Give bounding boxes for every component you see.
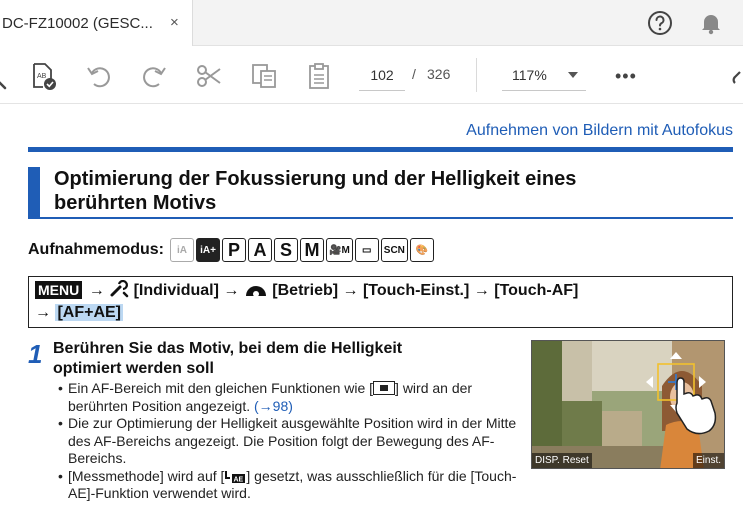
page-separator: / [412, 66, 416, 82]
gear-icon [245, 286, 266, 297]
menu-arrow: → [35, 304, 51, 321]
mode-s-icon: S [274, 238, 298, 262]
menu-arrow: → [473, 282, 490, 299]
zoom-select[interactable]: 117% [502, 59, 586, 91]
tab-bar: DC-FZ10002 (GESC... × [0, 0, 743, 46]
page-number-input[interactable]: 102 [359, 59, 405, 91]
document-page: Aufnehmen von Bildern mit Autofokus Opti… [0, 105, 743, 511]
bullet-item: Die zur Optimierung der Helligkeit ausge… [58, 415, 520, 468]
step-number: 1 [28, 339, 43, 369]
copy-icon[interactable] [249, 61, 279, 91]
mode-p-icon: P [222, 238, 246, 262]
toolbar-divider [476, 58, 477, 92]
search-icon[interactable] [0, 61, 22, 91]
document-tab[interactable]: DC-FZ10002 (GESC... × [0, 0, 193, 46]
photo-scene [532, 341, 724, 468]
page-total: 326 [427, 66, 451, 82]
recording-modes: Aufnahmemodus: iA iA+ P A S M 🎥M ▭ SCN 🎨 [28, 235, 436, 265]
mode-m-icon: M [300, 238, 324, 262]
page-reference-link[interactable]: (→98) [254, 398, 293, 414]
step-bullets: Ein AF-Bereich mit den gleichen Funktion… [58, 380, 520, 503]
menu-path: MENU → [Individual] → [Betrieb] → [Touch… [28, 276, 733, 328]
menu-item-touch-einst: [Touch-Einst.] [362, 282, 470, 299]
touch-ae-metering-icon: AE [225, 470, 246, 483]
redo-icon[interactable] [139, 61, 169, 91]
menu-item-individual: [Individual] [133, 282, 219, 299]
chevron-down-icon [568, 72, 578, 78]
menu-item-af-ae: [AF+AE] [55, 304, 124, 321]
bullet-text: [Messmethode] wird auf [ [68, 467, 225, 484]
af-area-icon [373, 381, 396, 395]
heading-bar [28, 167, 40, 219]
mode-scn-icon: SCN [380, 238, 408, 262]
mode-ia-plus-icon: iA+ [196, 238, 220, 262]
link-icon[interactable] [725, 61, 743, 91]
wrench-icon [110, 280, 129, 298]
mode-movie-icon: 🎥M [326, 238, 353, 262]
menu-arrow: → [223, 282, 240, 299]
mode-creative-icon: 🎨 [409, 238, 434, 262]
menu-badge: MENU [35, 281, 83, 299]
scissors-icon[interactable] [194, 61, 224, 91]
bell-icon[interactable] [697, 9, 725, 37]
section-header: Aufnehmen von Bildern mit Autofokus [466, 122, 733, 139]
page-heading: Optimierung der Fokussierung und der Hel… [28, 167, 733, 219]
bullet-item: [Messmethode] wird auf [AE] gesetzt, was… [58, 468, 520, 503]
section-rule [28, 147, 733, 152]
undo-icon[interactable] [84, 61, 114, 91]
heading-line-1: Optimierung der Fokussierung und der Hel… [54, 168, 577, 190]
menu-arrow: → [88, 282, 105, 299]
bullet-item: Ein AF-Bereich mit den gleichen Funktion… [58, 380, 520, 415]
document-check-icon[interactable]: AB [28, 61, 58, 91]
camera-screen-illustration: DISP. Reset Einst. [531, 340, 725, 469]
svg-text:AB: AB [37, 73, 47, 80]
disp-reset-label: DISP. Reset [532, 453, 592, 468]
menu-item-touch-af: [Touch-AF] [494, 282, 579, 299]
mode-label: Aufnahmemodus: [28, 241, 164, 258]
more-icon[interactable]: ••• [615, 67, 637, 85]
menu-item-betrieb: [Betrieb] [272, 282, 339, 299]
heading-line-2: berührten Motivs [54, 192, 217, 214]
step-title: Berühren Sie das Motiv, bei dem die Hell… [53, 340, 403, 377]
svg-text:AE: AE [234, 476, 244, 483]
mode-panorama-icon: ▭ [354, 238, 379, 262]
clipboard-icon[interactable] [304, 61, 334, 91]
zoom-value: 117% [512, 67, 547, 83]
einst-label: Einst. [692, 453, 724, 468]
heading-text: Optimierung der Fokussierung und der Hel… [54, 167, 576, 215]
menu-arrow: → [342, 282, 359, 299]
tab-title: DC-FZ10002 (GESC... [2, 14, 153, 32]
heading-underline [40, 217, 733, 219]
tab-close-icon[interactable]: × [170, 14, 179, 32]
mode-a-icon: A [248, 238, 272, 262]
bullet-text: Ein AF-Bereich mit den gleichen Funktion… [68, 380, 374, 396]
help-icon[interactable] [646, 9, 674, 37]
mode-ia-icon: iA [170, 238, 194, 262]
